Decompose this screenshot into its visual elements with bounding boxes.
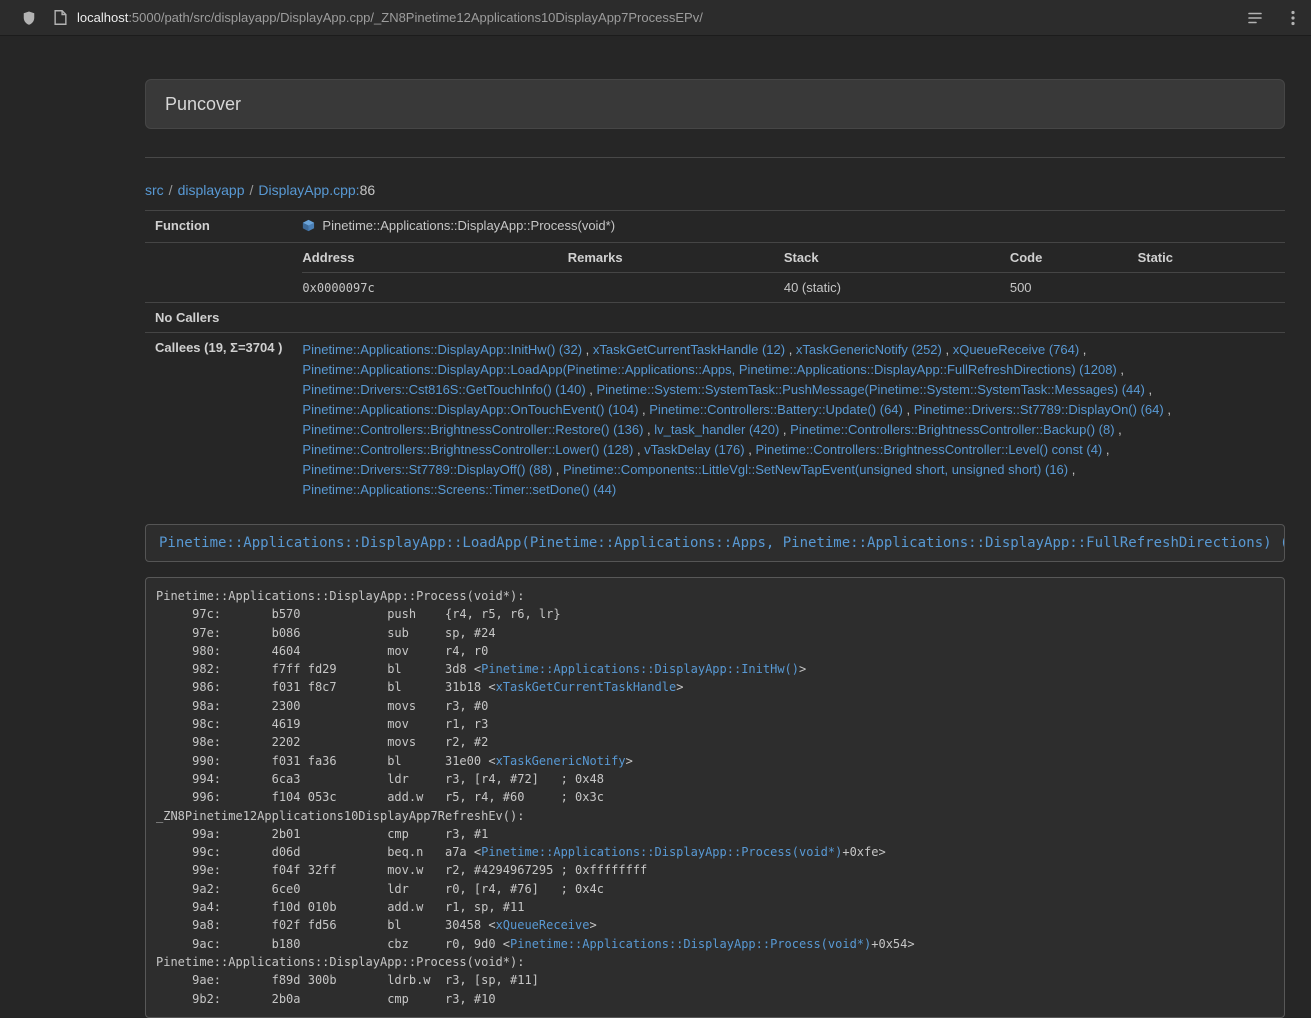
url-bar[interactable]: localhost:5000/path/src/displayapp/Displ… (77, 10, 1247, 25)
stats-row-container: AddressRemarksStackCodeStatic 0x0000097c… (145, 243, 1285, 303)
callee-link[interactable]: Pinetime::Controllers::Battery::Update()… (649, 402, 903, 417)
function-cell: Pinetime::Applications::DisplayApp::Proc… (302, 218, 615, 233)
loadapp-symbol-link[interactable]: Pinetime::Applications::DisplayApp::Load… (159, 535, 1285, 551)
breadcrumb: src/displayapp/DisplayApp.cpp:86 (145, 182, 1285, 198)
page-info-icon[interactable] (54, 10, 67, 25)
callee-link[interactable]: xTaskGenericNotify (252) (796, 342, 942, 357)
function-table: Function Pinetime::Applications::Display… (145, 210, 1285, 507)
disassembly-block: Pinetime::Applications::DisplayApp::Proc… (145, 577, 1285, 1018)
callee-link[interactable]: Pinetime::Applications::DisplayApp::Init… (302, 342, 582, 357)
stack-value: 40 (static) (784, 273, 1010, 303)
browser-toolbar: localhost:5000/path/src/displayapp/Displ… (0, 0, 1311, 36)
stats-header-row: AddressRemarksStackCodeStatic (302, 243, 1285, 273)
address-value: 0x0000097c (302, 273, 567, 303)
callee-link[interactable]: Pinetime::Drivers::Cst816S::GetTouchInfo… (302, 382, 585, 397)
breadcrumb-line-number: 86 (360, 182, 376, 198)
page-title: Puncover (165, 94, 241, 115)
breadcrumb-separator: / (169, 182, 173, 198)
symbol-link[interactable]: xQueueReceive (496, 918, 590, 932)
highlight-panel: Pinetime::Applications::DisplayApp::Load… (145, 524, 1285, 562)
symbol-link[interactable]: xTaskGetCurrentTaskHandle (496, 680, 677, 694)
breadcrumb-item-file[interactable]: DisplayApp.cpp: (258, 182, 359, 198)
callee-link[interactable]: Pinetime::Controllers::BrightnessControl… (755, 442, 1102, 457)
reader-mode-icon[interactable] (1247, 11, 1263, 25)
no-callers-empty-cell (292, 303, 1285, 333)
callee-link[interactable]: Pinetime::Components::LittleVgl::SetNewT… (563, 462, 1068, 477)
column-header-static: Static (1138, 243, 1285, 273)
remarks-value (568, 273, 784, 303)
spacer-cell (145, 243, 292, 303)
stats-table: AddressRemarksStackCodeStatic 0x0000097c… (302, 243, 1285, 302)
divider (145, 157, 1285, 158)
symbol-link[interactable]: Pinetime::Applications::DisplayApp::Proc… (510, 937, 871, 951)
function-row: Function Pinetime::Applications::Display… (145, 211, 1285, 243)
column-header-code: Code (1010, 243, 1138, 273)
function-name: Pinetime::Applications::DisplayApp::Proc… (322, 218, 615, 233)
callee-link[interactable]: Pinetime::Controllers::BrightnessControl… (302, 422, 643, 437)
callee-link[interactable]: Pinetime::Controllers::BrightnessControl… (302, 442, 633, 457)
url-host: localhost (77, 10, 128, 25)
no-callers-row: No Callers (145, 303, 1285, 333)
breadcrumb-separator: / (250, 182, 254, 198)
symbol-link[interactable]: Pinetime::Applications::DisplayApp::Init… (481, 662, 799, 676)
app-header: Puncover (145, 79, 1285, 129)
callee-link[interactable]: Pinetime::Controllers::BrightnessControl… (790, 422, 1114, 437)
code-value: 500 (1010, 273, 1138, 303)
function-label: Function (145, 211, 292, 243)
no-callers-label: No Callers (145, 303, 292, 333)
symbol-link[interactable]: xTaskGenericNotify (496, 754, 626, 768)
tracking-protection-shield-icon[interactable] (22, 10, 36, 26)
static-value (1138, 273, 1285, 303)
callee-link[interactable]: lv_task_handler (420) (654, 422, 779, 437)
callee-link[interactable]: xQueueReceive (764) (953, 342, 1079, 357)
page-container: Puncover src/displayapp/DisplayApp.cpp:8… (145, 79, 1285, 1018)
breadcrumb-item-src[interactable]: src (145, 182, 164, 198)
callees-row: Callees (19, Σ=3704 ) Pinetime::Applicat… (145, 333, 1285, 508)
callee-link[interactable]: Pinetime::Applications::DisplayApp::OnTo… (302, 402, 638, 417)
callees-label: Callees (19, Σ=3704 ) (145, 333, 292, 508)
menu-kebab-icon[interactable] (1291, 10, 1295, 26)
callee-link[interactable]: Pinetime::Drivers::St7789::DisplayOn() (… (914, 402, 1164, 417)
url-path: :5000/path/src/displayapp/DisplayApp.cpp… (128, 10, 703, 25)
stats-values-row: 0x0000097c 40 (static) 500 (302, 273, 1285, 303)
column-header-address: Address (302, 243, 567, 273)
callee-link[interactable]: Pinetime::Applications::DisplayApp::Load… (302, 362, 1116, 377)
callee-link[interactable]: Pinetime::System::SystemTask::PushMessag… (597, 382, 1145, 397)
callees-list: Pinetime::Applications::DisplayApp::Init… (292, 333, 1285, 508)
symbol-link[interactable]: Pinetime::Applications::DisplayApp::Proc… (481, 845, 842, 859)
callee-link[interactable]: vTaskDelay (176) (644, 442, 744, 457)
function-type-icon (302, 219, 315, 232)
callee-link[interactable]: Pinetime::Applications::Screens::Timer::… (302, 482, 616, 497)
breadcrumb-item-displayapp[interactable]: displayapp (178, 182, 245, 198)
column-header-stack: Stack (784, 243, 1010, 273)
column-header-remarks: Remarks (568, 243, 784, 273)
callee-link[interactable]: xTaskGetCurrentTaskHandle (12) (593, 342, 785, 357)
callee-link[interactable]: Pinetime::Drivers::St7789::DisplayOff() … (302, 462, 552, 477)
